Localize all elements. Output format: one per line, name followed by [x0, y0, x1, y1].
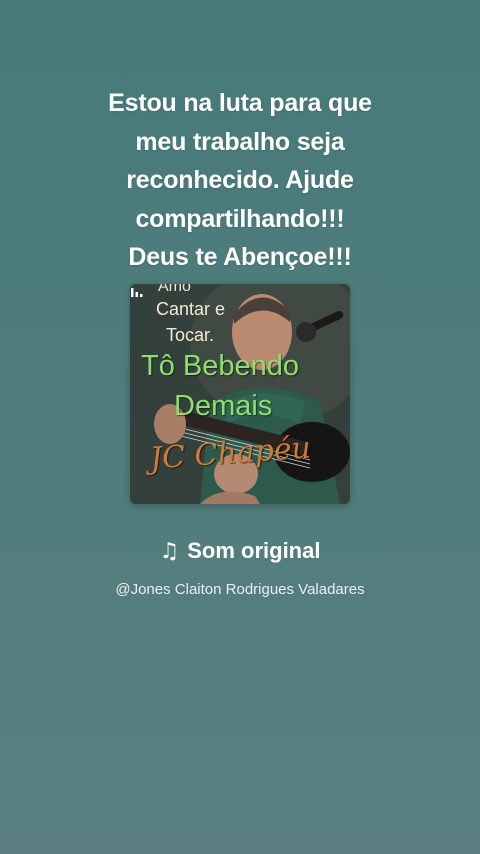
message-line-2: meu trabalho seja [135, 127, 345, 156]
message-line-5: Deus te Abençoe!!! [128, 243, 352, 271]
message-line-4: compartilhando!!! [135, 204, 345, 233]
sound-title-text: Som original [187, 538, 321, 563]
cover-text-tocar: Tocar. [166, 325, 215, 345]
album-cover[interactable]: Amo Cantar e Tocar. Tô Bebendo Demais JC… [130, 284, 350, 504]
sound-author[interactable]: @Jones Claiton Rodrigues Valadares [0, 581, 480, 598]
message-line-1: Estou na luta para que [108, 89, 372, 117]
cover-text-cantar: Cantar e [156, 299, 226, 319]
cover-title-line-1: Tô Bebendo [141, 350, 300, 382]
cover-title-line-2: Demais [174, 390, 273, 422]
audio-bars-icon [131, 288, 143, 297]
message-line-3: reconhecido. Ajude [126, 166, 354, 194]
post-message: Estou na luta para que meu trabalho seja… [40, 84, 440, 277]
sound-title[interactable]: ♫ Som original [0, 538, 480, 564]
cover-text-amo: Amo [158, 284, 191, 295]
music-note-icon: ♫ [159, 539, 180, 564]
